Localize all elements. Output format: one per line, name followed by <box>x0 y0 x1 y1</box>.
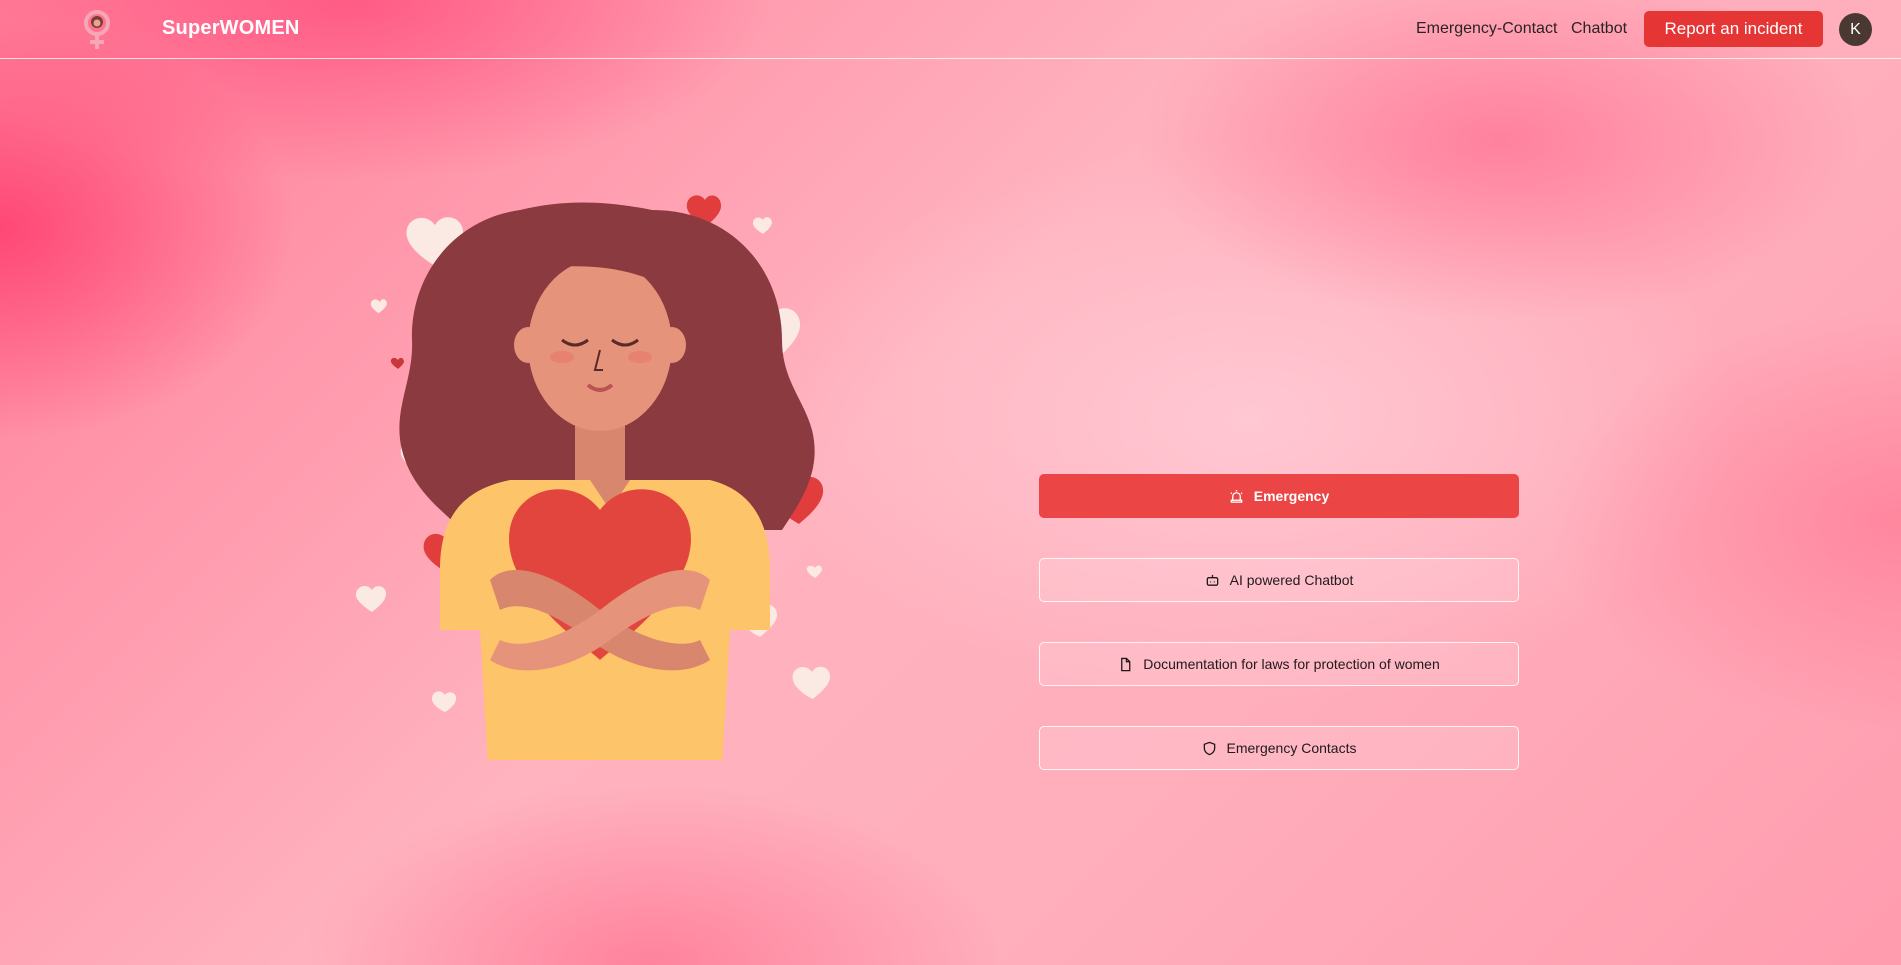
woman-hugging-heart-illustration <box>355 195 831 760</box>
brand-title[interactable]: SuperWOMEN <box>162 17 300 40</box>
siren-icon <box>1230 489 1243 503</box>
file-icon <box>1121 657 1131 671</box>
documentation-laws-button[interactable]: Documentation for laws for protection of… <box>1039 642 1519 686</box>
emergency-button[interactable]: Emergency <box>1039 474 1519 518</box>
shield-icon <box>1203 741 1215 755</box>
action-list: Emergency AI powered Chatbot Documentati… <box>1039 474 1519 810</box>
ai-chatbot-button-label: AI powered Chatbot <box>1229 572 1354 588</box>
top-navbar: SuperWOMEN Emergency-Contact Chatbot Rep… <box>0 0 1901 59</box>
woman-figure <box>399 202 815 760</box>
emergency-contacts-button[interactable]: Emergency Contacts <box>1039 726 1519 770</box>
report-incident-button[interactable]: Report an incident <box>1644 11 1823 47</box>
ai-chatbot-button[interactable]: AI powered Chatbot <box>1039 558 1519 602</box>
avatar-initial: K <box>1850 20 1861 38</box>
emergency-contacts-button-label: Emergency Contacts <box>1226 740 1357 756</box>
avatar[interactable]: K <box>1839 13 1872 46</box>
emergency-button-label: Emergency <box>1253 488 1330 504</box>
nav-link-chatbot[interactable]: Chatbot <box>1571 20 1627 38</box>
documentation-laws-button-label: Documentation for laws for protection of… <box>1143 656 1440 672</box>
bot-icon <box>1206 574 1218 586</box>
nav-link-emergency-contact[interactable]: Emergency-Contact <box>1416 20 1557 38</box>
female-symbol-icon[interactable] <box>80 6 114 52</box>
